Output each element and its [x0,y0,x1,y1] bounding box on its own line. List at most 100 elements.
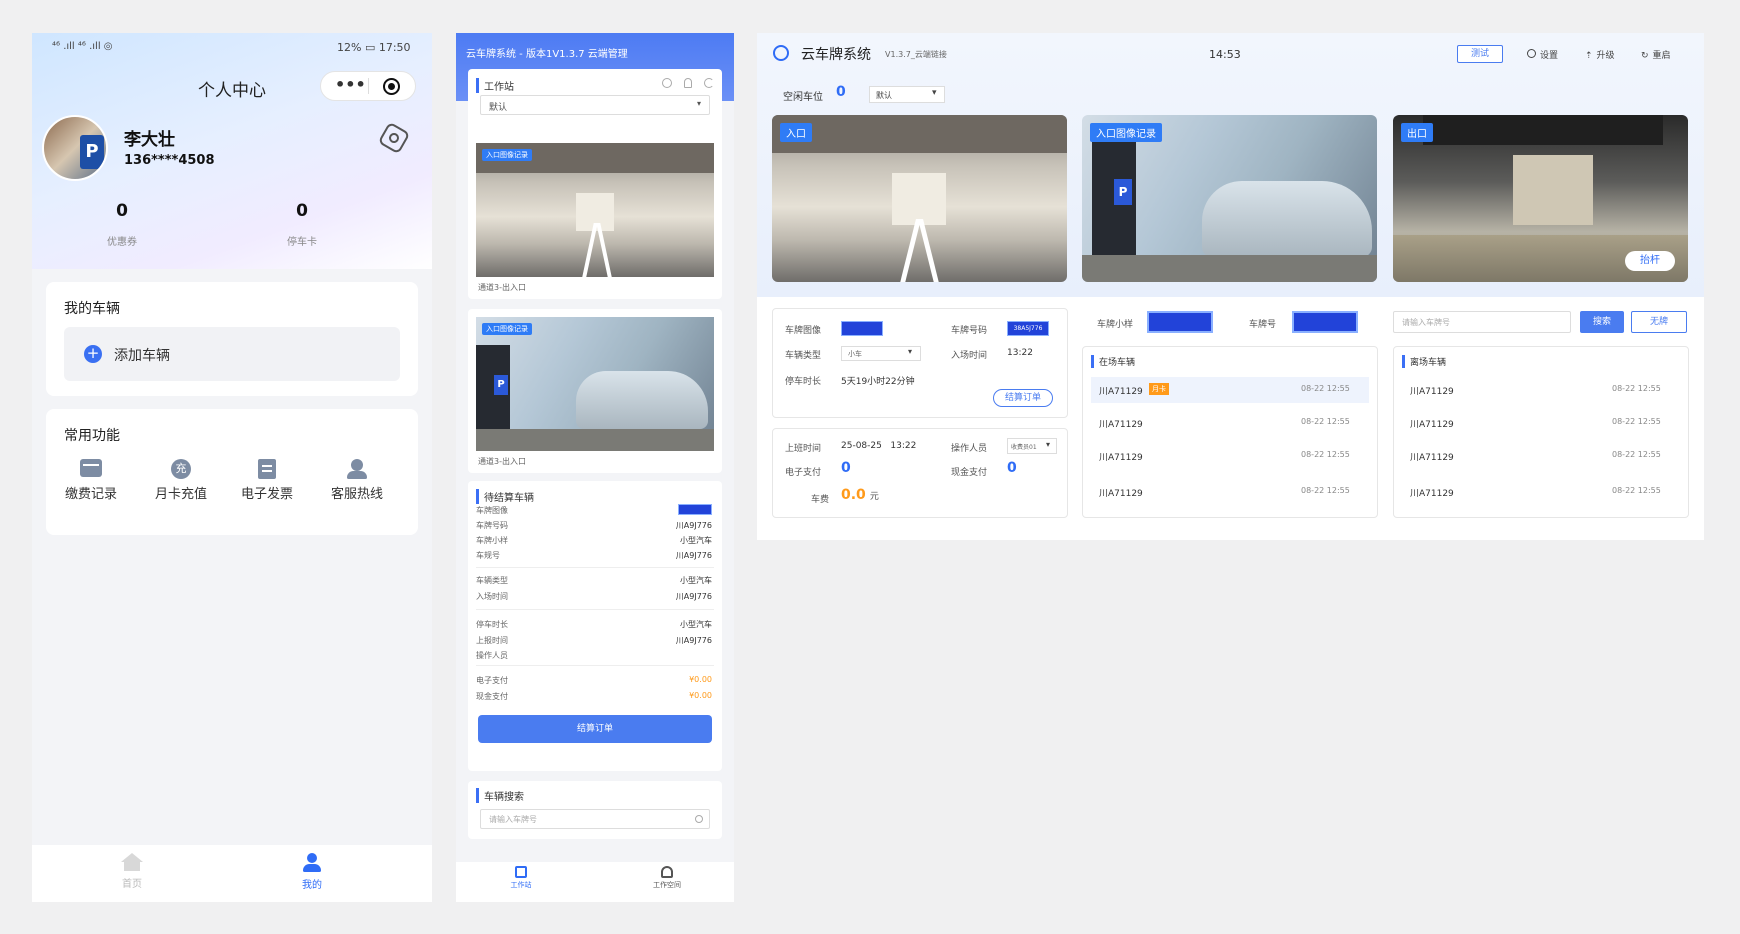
vehicle-type-select[interactable]: 小车 ▾ [841,346,921,361]
vehicle-search-card: 车辆搜索 请输入车牌号 [468,781,722,839]
row-value: 川A9J776 [675,521,712,530]
in-lot-time: 08-22 12:55 [1301,450,1350,459]
refresh-icon[interactable] [704,78,714,88]
search-title: 车辆搜索 [476,788,524,803]
row-label: 车牌图像 [476,506,508,515]
row-label: 操作人员 [476,651,508,660]
camera-tag: 入口图像记录 [1090,123,1162,142]
plate-no-label: 车牌号 [1249,320,1277,330]
row-label: 电子支付 [476,676,508,685]
entry-record-camera-feed[interactable]: P 入口图像记录 [1082,115,1377,282]
search-button[interactable]: 搜索 [1580,311,1624,333]
gate-camera-image[interactable]: P 入口图像记录 [476,317,714,451]
tab-home[interactable]: 首页 [102,853,162,890]
lift-barrier-button[interactable]: 抬杆 [1625,251,1675,271]
camera-icon[interactable] [662,78,672,88]
tab-workspace-label: 工作空间 [653,881,681,889]
image-caption: 通道3-出入口 [478,457,526,466]
row-label: 车辆类型 [476,576,508,585]
left-lot-row[interactable]: 川A71129 08-22 12:55 [1402,377,1680,403]
app-name: 云车牌系统 [801,47,871,63]
cards-count[interactable]: 0 [272,201,332,221]
row-label: 入场时间 [476,592,508,601]
in-lot-row[interactable]: 川A71129 08-22 12:55 [1091,479,1369,505]
entry-camera-image[interactable]: 入口图像记录 [476,143,714,277]
app-logo-icon [773,45,789,61]
user-name: 李大壮 [124,130,175,150]
plate-search-placeholder: 请输入车牌号 [1402,318,1450,327]
my-vehicles-card: 我的车辆 + 添加车辆 [46,282,418,396]
camera-tag: 出口 [1401,123,1433,142]
tab-workspace[interactable]: 工作空间 [642,866,692,890]
image-card-2: P 入口图像记录 通道3-出入口 [468,309,722,473]
in-lot-plate: 川A71129 [1099,387,1143,397]
plate-no [1292,311,1358,333]
search-input[interactable]: 请输入车牌号 [480,809,710,829]
close-target-icon[interactable] [383,78,400,95]
left-lot-plate: 川A71129 [1410,453,1454,463]
vehicle-type-value: 小车 [848,350,862,358]
in-lot-time: 08-22 12:55 [1301,486,1350,495]
settle-order-button[interactable]: 结算订单 [478,715,712,743]
shift-time-value: 25-08-25 13:22 [841,441,917,451]
function-recharge[interactable]: 充 月卡充值 [146,459,216,519]
chevron-down-icon: ▾ [697,99,702,108]
add-vehicle-label: 添加车辆 [114,348,170,364]
chevron-down-icon: ▾ [1046,440,1051,449]
exit-camera-feed[interactable]: 出口 抬杆 [1393,115,1688,282]
status-bar-left: ⁴⁶ .ıll ⁴⁶ .ıll ◎ [52,41,113,52]
plate-image [841,321,883,336]
fee-label: 车费 [811,495,830,505]
home-icon [515,866,527,878]
function-customer-service[interactable]: 客服热线 [322,459,392,519]
left-lot-plate: 川A71129 [1410,489,1454,499]
workstation-select[interactable]: 默认 ▾ [480,95,710,115]
default-select[interactable]: 默认 ▾ [869,86,945,103]
left-lot-row[interactable]: 川A71129 08-22 12:55 [1402,443,1680,469]
function-label: 月卡充值 [154,487,207,502]
operator-select[interactable]: 收费员01 ▾ [1007,438,1057,454]
no-plate-button[interactable]: 无牌 [1631,311,1687,333]
tab-workstation-label: 工作站 [510,881,532,889]
left-lot-row[interactable]: 川A71129 08-22 12:55 [1402,479,1680,505]
function-invoice[interactable]: 电子发票 [232,459,302,519]
in-lot-plate: 川A71129 [1099,453,1143,463]
plate-image-label: 车牌图像 [785,326,822,336]
clock: 14:53 [1209,48,1241,61]
add-vehicle-button[interactable]: + 添加车辆 [64,327,400,381]
vehicle-info-card: 车牌图像 车牌号码 38A5J776 车辆类型 小车 ▾ 入场时间 13:22 … [772,308,1068,418]
tab-mine[interactable]: 我的 [282,853,342,891]
shift-payment-card: 上班时间 25-08-25 13:22 操作人员 收费员01 ▾ 电子支付 0 … [772,428,1068,518]
row-value: ¥0.00 [689,675,712,684]
tab-workstation[interactable]: 工作站 [496,866,546,890]
cards-label: 停车卡 [287,237,317,248]
in-lot-row[interactable]: 川A71129 月卡 08-22 12:55 [1091,377,1369,403]
avatar[interactable]: P [42,115,108,181]
user-icon [307,853,317,863]
function-payment-record[interactable]: 缴费记录 [56,459,126,519]
in-lot-row[interactable]: 川A71129 08-22 12:55 [1091,443,1369,469]
in-lot-row[interactable]: 川A71129 08-22 12:55 [1091,410,1369,436]
in-lot-time: 08-22 12:55 [1301,417,1350,426]
row-value: ¥0.00 [689,691,712,700]
plate-search-input[interactable]: 请输入车牌号 [1393,311,1571,333]
restart-button[interactable]: ↻ 重启 [1641,48,1671,61]
plate-image [678,504,712,515]
epay-value: 0 [841,460,851,476]
test-button[interactable]: 测试 [1457,45,1503,63]
settle-order-button[interactable]: 结算订单 [993,389,1053,407]
app-version: V1.3.7_云端链接 [885,50,947,59]
coupons-count[interactable]: 0 [92,201,152,221]
customer-service-icon [347,459,367,479]
person-icon[interactable] [684,78,692,88]
pending-vehicle-card: 待结算车辆 车牌图像 车牌号码 川A9J776 车牌小样 小型汽车 车规号 川A… [468,481,722,771]
cash-label: 现金支付 [951,468,988,478]
shift-time-label: 上班时间 [785,444,822,454]
more-icon[interactable]: ••• [335,75,366,94]
left-lot-row[interactable]: 川A71129 08-22 12:55 [1402,410,1680,436]
capsule-menu[interactable]: ••• [320,71,416,101]
upgrade-button[interactable]: ⇡ 升级 [1585,48,1615,61]
settings-button[interactable]: 设置 [1527,48,1558,61]
user-phone: 136****4508 [124,153,215,168]
entry-camera-feed[interactable]: 入口 [772,115,1067,282]
